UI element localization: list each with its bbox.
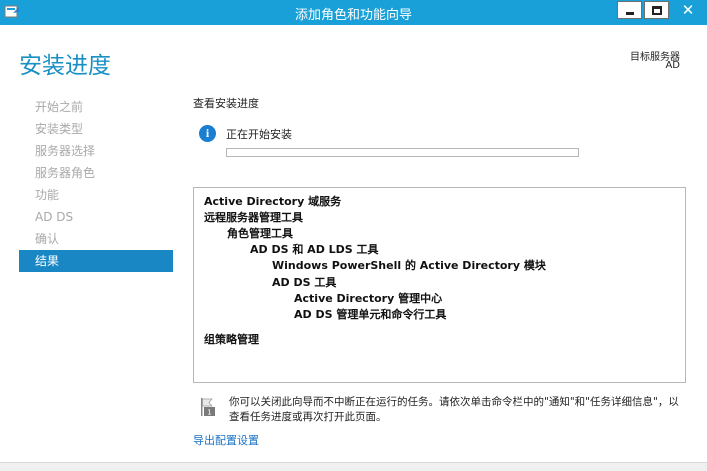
nav-item-features: 功能	[35, 188, 60, 202]
nav-item-results[interactable]: 结果	[19, 250, 173, 272]
feature-item: 远程服务器管理工具	[204, 211, 303, 224]
info-icon: i	[199, 125, 216, 142]
features-results-box[interactable]: Active Directory 域服务 远程服务器管理工具 角色管理工具 AD…	[193, 187, 686, 383]
section-title: 查看安装进度	[193, 97, 259, 110]
minimize-icon	[626, 12, 634, 15]
nav-item-installation-type: 安装类型	[35, 122, 84, 136]
svg-text:1: 1	[207, 409, 211, 417]
close-icon: ✕	[681, 1, 695, 19]
nav-item-confirmation: 确认	[35, 232, 60, 246]
feature-item: Active Directory 域服务	[204, 195, 342, 208]
title-bar: 添加角色和功能向导 ✕	[0, 0, 707, 25]
feature-item: AD DS 和 AD LDS 工具	[250, 243, 379, 256]
bottom-button-bar	[0, 463, 707, 471]
window-title: 添加角色和功能向导	[294, 8, 412, 23]
footer-note: 你可以关闭此向导而不中断正在运行的任务。请依次单击命令栏中的"通知"和"任务详细…	[229, 396, 679, 423]
nav-item-ad-ds: AD DS	[35, 210, 74, 224]
feature-item: AD DS 管理单元和命令行工具	[294, 308, 447, 321]
target-server-value: AD	[665, 60, 680, 71]
feature-item: AD DS 工具	[272, 276, 337, 289]
install-status-text: 正在开始安装	[226, 128, 292, 141]
feature-item: 角色管理工具	[227, 227, 293, 240]
nav-item-server-selection: 服务器选择	[35, 144, 96, 158]
close-button[interactable]: ✕	[671, 1, 705, 19]
feature-item: 组策略管理	[204, 333, 259, 346]
nav-item-server-roles: 服务器角色	[35, 166, 96, 180]
wizard-nav: 开始之前 安装类型 服务器选择 服务器角色 功能 AD DS 确认 结果	[19, 96, 173, 272]
minimize-button[interactable]	[617, 1, 642, 19]
maximize-button[interactable]	[644, 1, 669, 19]
install-progress-bar	[226, 148, 579, 157]
export-config-link[interactable]: 导出配置设置	[193, 432, 259, 448]
feature-item: Active Directory 管理中心	[294, 292, 443, 305]
feature-item: Windows PowerShell 的 Active Directory 模块	[272, 259, 546, 272]
flag-icon: 1	[201, 398, 215, 417]
page-title: 安装进度	[19, 53, 111, 79]
nav-item-before-you-begin: 开始之前	[35, 100, 84, 114]
maximize-icon	[652, 6, 662, 15]
